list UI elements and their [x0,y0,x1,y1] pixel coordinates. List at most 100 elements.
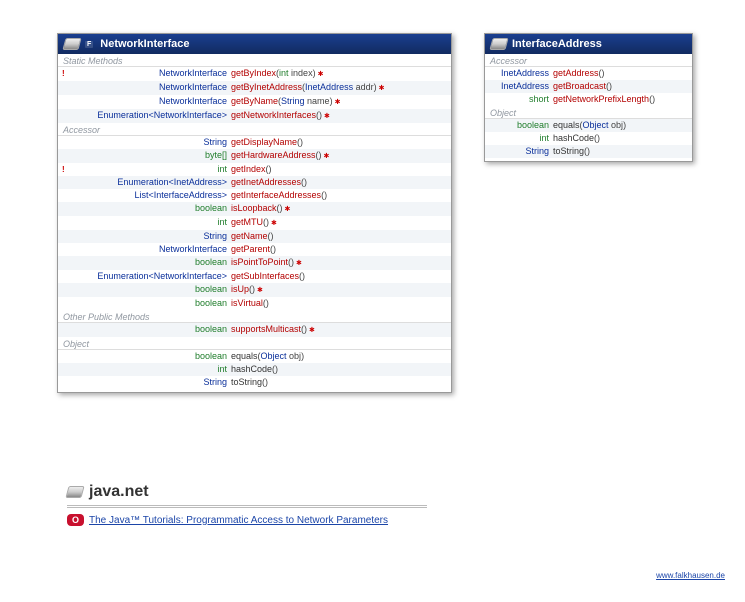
method-name[interactable]: getByName [231,95,278,108]
method-name[interactable]: getAddress [553,67,599,80]
method-params: () [594,132,600,145]
method-row: !intgetIndex () [58,163,451,176]
return-type: int [491,132,553,145]
method-name[interactable]: isVirtual [231,297,263,310]
throws-icon: ✱ [283,203,291,216]
method-name[interactable]: getInetAddresses [231,176,301,189]
return-type: boolean [491,119,553,132]
method-row: booleanisUp ()✱ [58,283,451,297]
method-name[interactable]: toString [553,145,584,158]
method-params: () [599,67,605,80]
throws-icon: ✱ [269,217,277,230]
method-name[interactable]: getIndex [231,163,266,176]
class-header: InterfaceAddress [485,34,692,54]
class-header: F NetworkInterface [58,34,451,54]
return-type: boolean [72,297,231,310]
method-row: Enumeration<InetAddress>getInetAddresses… [58,176,451,189]
throws-icon: ✱ [333,96,341,109]
method-row: StringgetDisplayName () [58,136,451,149]
return-type: boolean [72,323,231,336]
method-params: () [266,163,272,176]
return-type: boolean [72,202,231,215]
method-name[interactable]: getNetworkPrefixLength [553,93,649,106]
return-type: byte[] [72,149,231,162]
method-row: booleanequals (Object obj) [485,119,692,132]
method-name[interactable]: getNetworkInterfaces [231,109,316,122]
section-label: Object [485,106,692,119]
method-name[interactable]: getBroadcast [553,80,606,93]
method-name[interactable]: isLoopback [231,202,277,215]
section-label: Other Public Methods [58,310,451,323]
throws-icon: ✱ [377,82,385,95]
method-name[interactable]: getParent [231,243,270,256]
return-type: Enumeration<InetAddress> [72,176,231,189]
return-type: InetAddress [491,67,553,80]
method-row: booleanisLoopback ()✱ [58,202,451,216]
method-name[interactable]: getByInetAddress [231,81,302,94]
method-params: () [606,80,612,93]
return-type: int [72,163,231,176]
site-link[interactable]: www.falkhausen.de [656,571,725,580]
section-label: Accessor [58,123,451,136]
method-groups: AccessorInetAddressgetAddress ()InetAddr… [485,54,692,161]
method-name[interactable]: equals [553,119,580,132]
method-row: Enumeration<NetworkInterface>getSubInter… [58,270,451,283]
method-name[interactable]: getSubInterfaces [231,270,299,283]
method-row: intgetMTU ()✱ [58,216,451,230]
throws-icon: ✱ [294,257,302,270]
method-row: byte[]getHardwareAddress ()✱ [58,149,451,163]
return-type: NetworkInterface [72,67,231,80]
method-name[interactable]: getInterfaceAddresses [231,189,321,202]
return-type: short [491,93,553,106]
footer-divider [67,505,427,508]
throws-icon: ✱ [322,150,330,163]
footer: java.net O The Java™ Tutorials: Programm… [67,483,427,526]
throws-icon: ✱ [255,284,263,297]
method-row: Enumeration<NetworkInterface>getNetworkI… [58,109,451,123]
method-name[interactable]: equals [231,350,258,363]
new-flag-icon: ! [62,163,72,176]
method-name[interactable]: getName [231,230,268,243]
return-type: int [72,216,231,229]
method-row: booleanequals (Object obj) [58,350,451,363]
new-flag-icon: ! [62,67,72,80]
method-name[interactable]: isPointToPoint [231,256,288,269]
return-type: NetworkInterface [72,243,231,256]
return-type: String [491,145,553,158]
method-row: InetAddressgetAddress () [485,67,692,80]
return-type: String [72,376,231,389]
method-row: NetworkInterfacegetByName (String name)✱ [58,95,451,109]
return-type: boolean [72,350,231,363]
method-row: inthashCode () [485,132,692,145]
return-type: NetworkInterface [72,95,231,108]
method-row: booleansupportsMulticast ()✱ [58,323,451,337]
return-type: int [72,363,231,376]
tutorial-link[interactable]: The Java™ Tutorials: Programmatic Access… [89,515,388,526]
class-box-interfaceaddress: InterfaceAddress AccessorInetAddressgetA… [484,33,693,162]
method-name[interactable]: isUp [231,283,249,296]
return-type: Enumeration<NetworkInterface> [72,109,231,122]
return-type: List<InterfaceAddress> [72,189,231,202]
method-name[interactable]: hashCode [231,363,272,376]
oracle-badge-icon: O [67,514,84,526]
method-name[interactable]: getMTU [231,216,263,229]
method-name[interactable]: getDisplayName [231,136,297,149]
method-row: booleanisVirtual () [58,297,451,310]
throws-icon: ✱ [322,110,330,123]
method-params: (Object obj) [258,350,305,363]
package-name: java.net [89,483,149,501]
method-params: () [272,363,278,376]
method-row: NetworkInterfacegetByInetAddress (InetAd… [58,81,451,95]
method-params: () [268,230,274,243]
method-name[interactable]: supportsMulticast [231,323,301,336]
method-params: (Object obj) [580,119,627,132]
method-row: booleanisPointToPoint ()✱ [58,256,451,270]
method-name[interactable]: toString [231,376,262,389]
return-type: boolean [72,283,231,296]
method-name[interactable]: hashCode [553,132,594,145]
method-name[interactable]: getHardwareAddress [231,149,316,162]
method-params: () [270,243,276,256]
method-name[interactable]: getByIndex [231,67,276,80]
class-box-networkinterface: F NetworkInterface Static Methods!Networ… [57,33,452,393]
method-row: !NetworkInterfacegetByIndex (int index)✱ [58,67,451,81]
